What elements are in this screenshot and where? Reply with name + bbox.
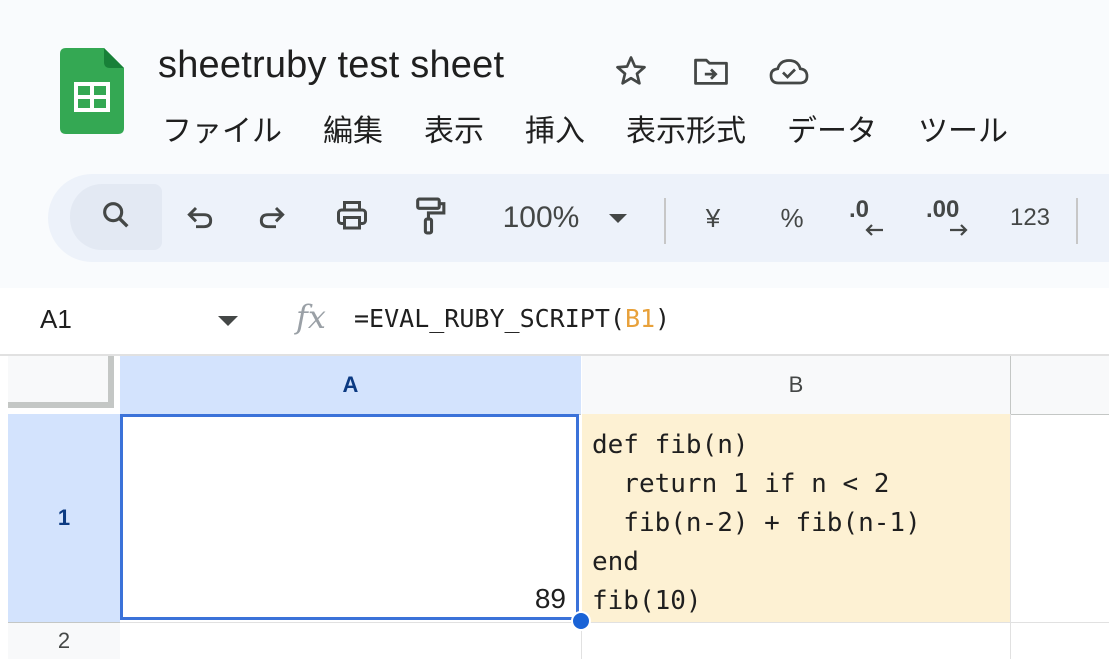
- undo-icon: [184, 200, 216, 237]
- row-header-1[interactable]: 1: [8, 414, 120, 623]
- print-button[interactable]: [330, 196, 374, 240]
- search-menus-button[interactable]: [70, 184, 162, 250]
- toolbar-divider: [664, 198, 666, 244]
- menu-file[interactable]: ファイル: [162, 106, 282, 150]
- menu-format[interactable]: 表示形式: [626, 106, 746, 150]
- paint-format-button[interactable]: [408, 196, 452, 240]
- grid-line: [1011, 622, 1109, 623]
- redo-button[interactable]: [250, 196, 294, 240]
- zoom-select[interactable]: 100%: [490, 196, 640, 240]
- cloud-saved-icon[interactable]: [768, 52, 810, 90]
- move-to-folder-icon[interactable]: [690, 52, 732, 90]
- code-line: fib(10): [592, 586, 702, 616]
- code-line: def fib(n): [592, 430, 749, 460]
- currency-format-button[interactable]: ¥: [698, 196, 728, 240]
- code-line: end: [592, 547, 639, 577]
- menu-data[interactable]: データ: [787, 106, 877, 150]
- menu-view[interactable]: 表示: [424, 106, 484, 150]
- star-icon[interactable]: [610, 52, 652, 90]
- toolbar: 100% ¥ % .0 .00 123: [48, 174, 1109, 262]
- paint-format-icon: [413, 196, 447, 241]
- select-all-corner[interactable]: [8, 356, 114, 408]
- formula-text: =EVAL_RUBY_SCRIPT(: [354, 304, 625, 333]
- column-header-b[interactable]: B: [582, 356, 1011, 415]
- menu-bar: ファイル 編集 表示 挿入 表示形式 データ ツール: [162, 106, 1049, 150]
- percent-format-button[interactable]: %: [776, 196, 808, 240]
- column-header-a[interactable]: A: [120, 356, 581, 415]
- cell-b1-script: def fib(n) return 1 if n < 2 fib(n-2) + …: [582, 414, 1010, 621]
- cell-a1-value: 89: [534, 583, 566, 614]
- name-box[interactable]: A1: [40, 304, 72, 335]
- undo-button[interactable]: [178, 196, 222, 240]
- menu-insert[interactable]: 挿入: [525, 106, 585, 150]
- grid-line: [120, 622, 1109, 623]
- fill-handle[interactable]: [571, 611, 591, 631]
- row-header-2[interactable]: 2: [8, 623, 120, 659]
- decrease-decimal-button[interactable]: .0: [842, 196, 892, 240]
- redo-icon: [256, 200, 288, 237]
- decrease-decimal-icon: .0: [845, 196, 889, 240]
- decrease-decimal-label: .0: [849, 196, 870, 223]
- increase-decimal-icon: .00: [922, 196, 978, 240]
- cell-b1[interactable]: def fib(n) return 1 if n < 2 fib(n-2) + …: [582, 414, 1011, 622]
- formula-input[interactable]: =EVAL_RUBY_SCRIPT(B1): [354, 304, 670, 333]
- formula-cell-reference: B1: [624, 304, 656, 333]
- menu-edit[interactable]: 編集: [323, 106, 383, 150]
- print-icon: [334, 198, 370, 239]
- sheets-logo[interactable]: [60, 48, 124, 134]
- zoom-value: 100%: [502, 201, 580, 234]
- increase-decimal-button[interactable]: .00: [920, 196, 980, 240]
- cell-a1-selected[interactable]: 89: [120, 414, 579, 620]
- toolbar-divider: [1076, 198, 1078, 244]
- yen-icon: ¥: [705, 202, 721, 233]
- number-format-button[interactable]: 123: [1002, 196, 1058, 240]
- chevron-down-icon[interactable]: [218, 316, 238, 326]
- code-line: fib(n-2) + fib(n-1): [592, 508, 921, 538]
- number-format-label: 123: [1009, 204, 1051, 231]
- search-icon: [99, 198, 133, 237]
- document-title[interactable]: sheetruby test sheet: [158, 44, 504, 87]
- menu-tools[interactable]: ツール: [918, 106, 1008, 150]
- formula-text-end: ): [655, 304, 671, 333]
- increase-decimal-label: .00: [926, 196, 960, 223]
- code-line: return 1 if n < 2: [592, 469, 890, 499]
- chevron-down-icon: [609, 213, 628, 223]
- fx-icon: fx: [296, 298, 326, 336]
- percent-icon: %: [780, 202, 804, 233]
- column-header-c[interactable]: [1011, 356, 1109, 415]
